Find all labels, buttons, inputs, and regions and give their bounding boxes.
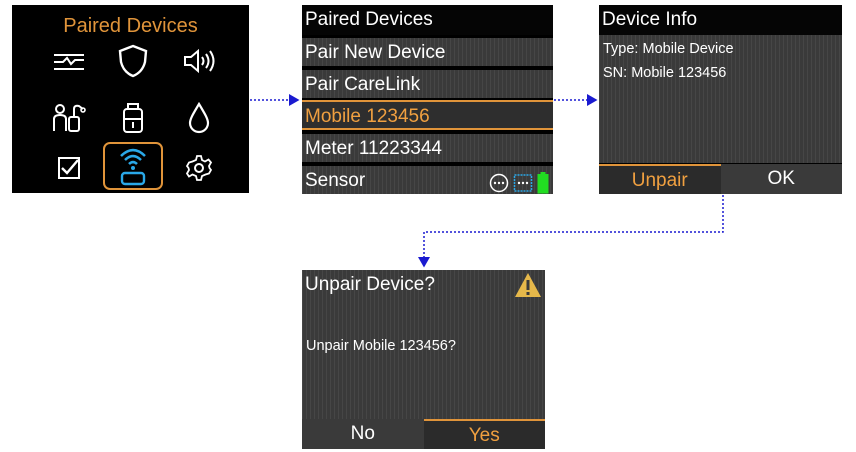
checkbox-icon[interactable]: [44, 148, 94, 188]
unpair-button[interactable]: Unpair: [599, 164, 721, 194]
paired-devices-title: Paired Devices: [302, 5, 553, 35]
unpair-message: Unpair Mobile 123456?: [306, 338, 456, 354]
menu-item-sensor[interactable]: Sensor: [302, 164, 553, 194]
menu-item-sensor-label: Sensor: [305, 170, 366, 191]
shield-icon[interactable]: [108, 41, 158, 81]
phone-dots-icon: [513, 174, 533, 192]
unpair-dialog-buttons: No Yes: [302, 419, 545, 449]
warning-icon: [515, 273, 541, 297]
paired-devices-screen: Paired Devices Pair New Device Pair Care…: [302, 5, 553, 194]
device-type-text: Type: Mobile Device: [603, 41, 734, 57]
connector-3-to-4: [418, 195, 724, 268]
status-icons: [489, 172, 549, 194]
main-menu-screen: Paired Devices: [12, 5, 249, 193]
unpair-confirm-screen: Unpair Device? Unpair Mobile 123456? No …: [302, 270, 545, 449]
ok-button[interactable]: OK: [720, 164, 842, 194]
gear-icon[interactable]: [174, 148, 224, 188]
battery-icon: [537, 172, 549, 194]
menu-item-pair-new-device[interactable]: Pair New Device: [302, 36, 553, 66]
device-info-screen: Device Info Type: Mobile Device SN: Mobi…: [599, 5, 842, 194]
sensor-graph-icon[interactable]: [44, 41, 94, 81]
unpair-dialog-title: Unpair Device?: [305, 274, 435, 295]
menu-item-meter-11223344[interactable]: Meter 11223344: [302, 132, 553, 162]
wireless-device-icon[interactable]: [108, 146, 158, 186]
menu-item-pair-carelink[interactable]: Pair CareLink: [302, 68, 553, 98]
device-info-body: Type: Mobile Device SN: Mobile 123456: [599, 35, 842, 163]
drop-icon[interactable]: [174, 98, 224, 138]
connection-dots-icon: [489, 173, 509, 193]
person-pump-icon[interactable]: [44, 98, 94, 138]
reservoir-icon[interactable]: [108, 98, 158, 138]
yes-button[interactable]: Yes: [423, 419, 545, 449]
menu-item-mobile-123456[interactable]: Mobile 123456: [302, 100, 553, 130]
device-info-buttons: Unpair OK: [599, 164, 842, 194]
main-menu-title: Paired Devices: [63, 15, 198, 37]
device-sn-text: SN: Mobile 123456: [603, 65, 727, 81]
no-button[interactable]: No: [302, 419, 424, 449]
device-info-title: Device Info: [599, 5, 842, 35]
speaker-icon[interactable]: [174, 41, 224, 81]
